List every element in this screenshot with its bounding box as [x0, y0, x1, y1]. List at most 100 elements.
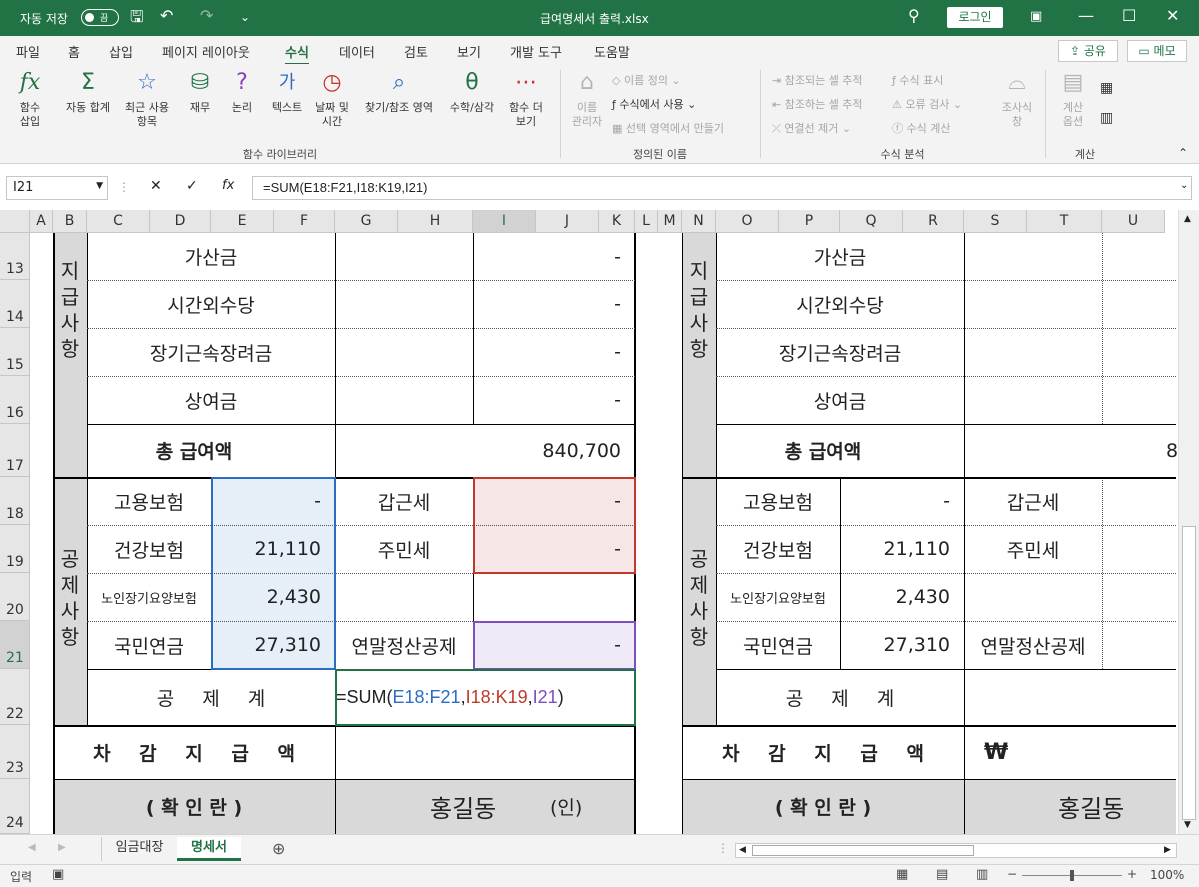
tab-review[interactable]: 검토 [404, 42, 428, 61]
col-header-i[interactable]: I [473, 210, 536, 233]
col-header-n[interactable]: N [682, 210, 716, 233]
calc-now-icon[interactable]: ▦ [1100, 80, 1113, 96]
cell-yearend-label[interactable]: 연말정산공제 [335, 621, 473, 669]
cell-overtime-value[interactable]: - [473, 280, 635, 328]
text-button[interactable]: 가 텍스트 [265, 69, 309, 115]
col-header-g[interactable]: G [335, 210, 398, 233]
recent-functions-button[interactable]: ☆ 최근 사용 항목 [118, 69, 176, 129]
next-sheet-icon[interactable]: ▶ [58, 842, 66, 853]
cell-health-ins-label[interactable]: 건강보험 [87, 525, 211, 573]
save-icon[interactable]: 🖫 [130, 6, 144, 33]
tab-data[interactable]: 데이터 [339, 42, 375, 61]
share-button[interactable]: ⇪ 공유 [1058, 40, 1118, 62]
cell-longservice-label[interactable]: 장기근속장려금 [87, 328, 335, 376]
col-header-t[interactable]: T [1027, 210, 1102, 233]
add-sheet-icon[interactable]: ⊕ [272, 839, 285, 858]
row-header-17[interactable]: 17 [0, 424, 30, 477]
watch-window-button[interactable]: ⌓ 조사식 창 [994, 69, 1040, 129]
close-icon[interactable]: ✕ [1166, 6, 1179, 25]
maximize-icon[interactable]: ☐ [1122, 6, 1136, 25]
cell-employment-ins-label[interactable]: 고용보험 [87, 477, 211, 525]
col-header-p[interactable]: P [779, 210, 840, 233]
tab-insert[interactable]: 삽입 [109, 42, 133, 61]
datetime-button[interactable]: ◷ 날짜 및 시간 [310, 69, 354, 129]
evaluate-formula-button[interactable]: ⓕ 수식 계산 [892, 120, 950, 136]
copy-health-ins-label[interactable]: 건강보험 [716, 525, 840, 573]
row-header-14[interactable]: 14 [0, 280, 30, 328]
cell-ltc-ins-label[interactable]: 노인장기요양보험 [87, 573, 211, 621]
customize-qat-icon[interactable]: ⌄ [240, 10, 250, 24]
row-header-13[interactable]: 13 [0, 233, 30, 280]
math-button[interactable]: θ 수학/삼각 [443, 69, 501, 115]
copy-ltc-ins-label[interactable]: 노인장기요양보험 [716, 573, 840, 621]
insert-function-fx-icon[interactable]: fx [222, 178, 234, 193]
vertical-scrollbar[interactable]: ▲ ▼ [1178, 210, 1199, 834]
horizontal-scrollbar[interactable]: ◀ ▶ [735, 843, 1177, 858]
col-header-s[interactable]: S [964, 210, 1027, 233]
prev-sheet-icon[interactable]: ◀ [28, 842, 36, 853]
trace-precedents-button[interactable]: ⇥ 참조되는 셀 추적 [772, 72, 863, 88]
cell-pension-label[interactable]: 국민연금 [87, 621, 211, 669]
cell-longservice-value[interactable]: - [473, 328, 635, 376]
tab-view[interactable]: 보기 [457, 42, 481, 61]
cell-deduction-total-label[interactable]: 공 제 계 [87, 669, 335, 725]
cell-signer-name[interactable]: 홍길동 [430, 779, 540, 834]
cell-total-pay-label[interactable]: 총 급여액 [53, 424, 335, 477]
cell-bonus-label[interactable]: 상여금 [87, 376, 335, 424]
copy-confirm-label[interactable]: ( 확 인 란 ) [682, 779, 964, 834]
sheet-tab-myeongseseo[interactable]: 명세서 [177, 837, 241, 861]
undo-icon[interactable]: ↶ [160, 6, 173, 25]
copy-total-pay-label[interactable]: 총 급여액 [682, 424, 964, 477]
row-header-19[interactable]: 19 [0, 525, 30, 573]
zoom-out-icon[interactable]: − [1007, 867, 1017, 881]
tab-formulas[interactable]: 수식 [285, 42, 309, 66]
col-header-d[interactable]: D [150, 210, 211, 233]
copy-bonus-label[interactable]: 상여금 [716, 376, 964, 424]
enter-check-icon[interactable]: ✓ [186, 178, 198, 194]
col-header-c[interactable]: C [87, 210, 150, 233]
copy-health-ins-value[interactable]: 21,110 [840, 525, 964, 573]
cell-confirm-label[interactable]: ( 확 인 란 ) [53, 779, 335, 834]
copy-overtime-label[interactable]: 시간외수당 [716, 280, 964, 328]
cancel-icon[interactable]: ✕ [150, 178, 162, 194]
row-header-21[interactable]: 21 [0, 621, 30, 669]
row-header-15[interactable]: 15 [0, 328, 30, 376]
tab-file[interactable]: 파일 [16, 42, 40, 61]
show-formulas-button[interactable]: ƒ 수식 표시 [892, 72, 943, 88]
col-header-l[interactable]: L [635, 210, 658, 233]
copy-net-pay-label[interactable]: 차 감 지 급 액 [682, 725, 964, 779]
autosum-button[interactable]: Σ 자동 합계 [58, 69, 118, 115]
insert-function-button[interactable]: fx 함수 삽입 [10, 69, 50, 129]
cell-net-pay-label[interactable]: 차 감 지 급 액 [53, 725, 335, 779]
memo-button[interactable]: ▭ 메모 [1127, 40, 1187, 62]
page-layout-view-icon[interactable]: ▤ [936, 867, 948, 882]
copy-net-pay-currency[interactable]: ₩ [984, 725, 1044, 779]
copy-yearend-label[interactable]: 연말정산공제 [964, 621, 1102, 669]
autosave-toggle[interactable]: 끔 [81, 9, 119, 26]
cell-income-tax-label[interactable]: 갑근세 [335, 477, 473, 525]
ribbon-display-icon[interactable]: ▣ [1030, 9, 1042, 24]
select-all-corner[interactable] [0, 210, 30, 233]
col-header-a[interactable]: A [30, 210, 53, 233]
copy-total-pay-partial[interactable]: 8 [1166, 424, 1178, 477]
copy-ltc-ins-value[interactable]: 2,430 [840, 573, 964, 621]
copy-deduction-total-label[interactable]: 공 제 계 [716, 669, 964, 725]
copy-longservice-label[interactable]: 장기근속장려금 [716, 328, 964, 376]
cell-gasan-value[interactable]: - [473, 233, 635, 280]
copy-employment-ins-label[interactable]: 고용보험 [716, 477, 840, 525]
col-header-m[interactable]: M [658, 210, 682, 233]
macro-record-icon[interactable]: ▣ [52, 867, 64, 882]
remove-arrows-button[interactable]: ⤫ 연결선 제거 ⌄ [772, 120, 851, 136]
calc-sheet-icon[interactable]: ▥ [1100, 110, 1113, 126]
tab-page-layout[interactable]: 페이지 레이아웃 [162, 42, 250, 61]
collapse-ribbon-icon[interactable]: ⌃ [1178, 146, 1188, 160]
zoom-in-icon[interactable]: + [1127, 867, 1137, 881]
tab-help[interactable]: 도움말 [594, 42, 630, 61]
cell-resident-tax-label[interactable]: 주민세 [335, 525, 473, 573]
row-header-23[interactable]: 23 [0, 725, 30, 779]
col-header-q[interactable]: Q [840, 210, 903, 233]
normal-view-icon[interactable]: ▦ [896, 867, 908, 882]
redo-icon[interactable]: ↷ [200, 6, 213, 25]
copy-pension-value[interactable]: 27,310 [840, 621, 964, 669]
cell-bonus-value[interactable]: - [473, 376, 635, 424]
